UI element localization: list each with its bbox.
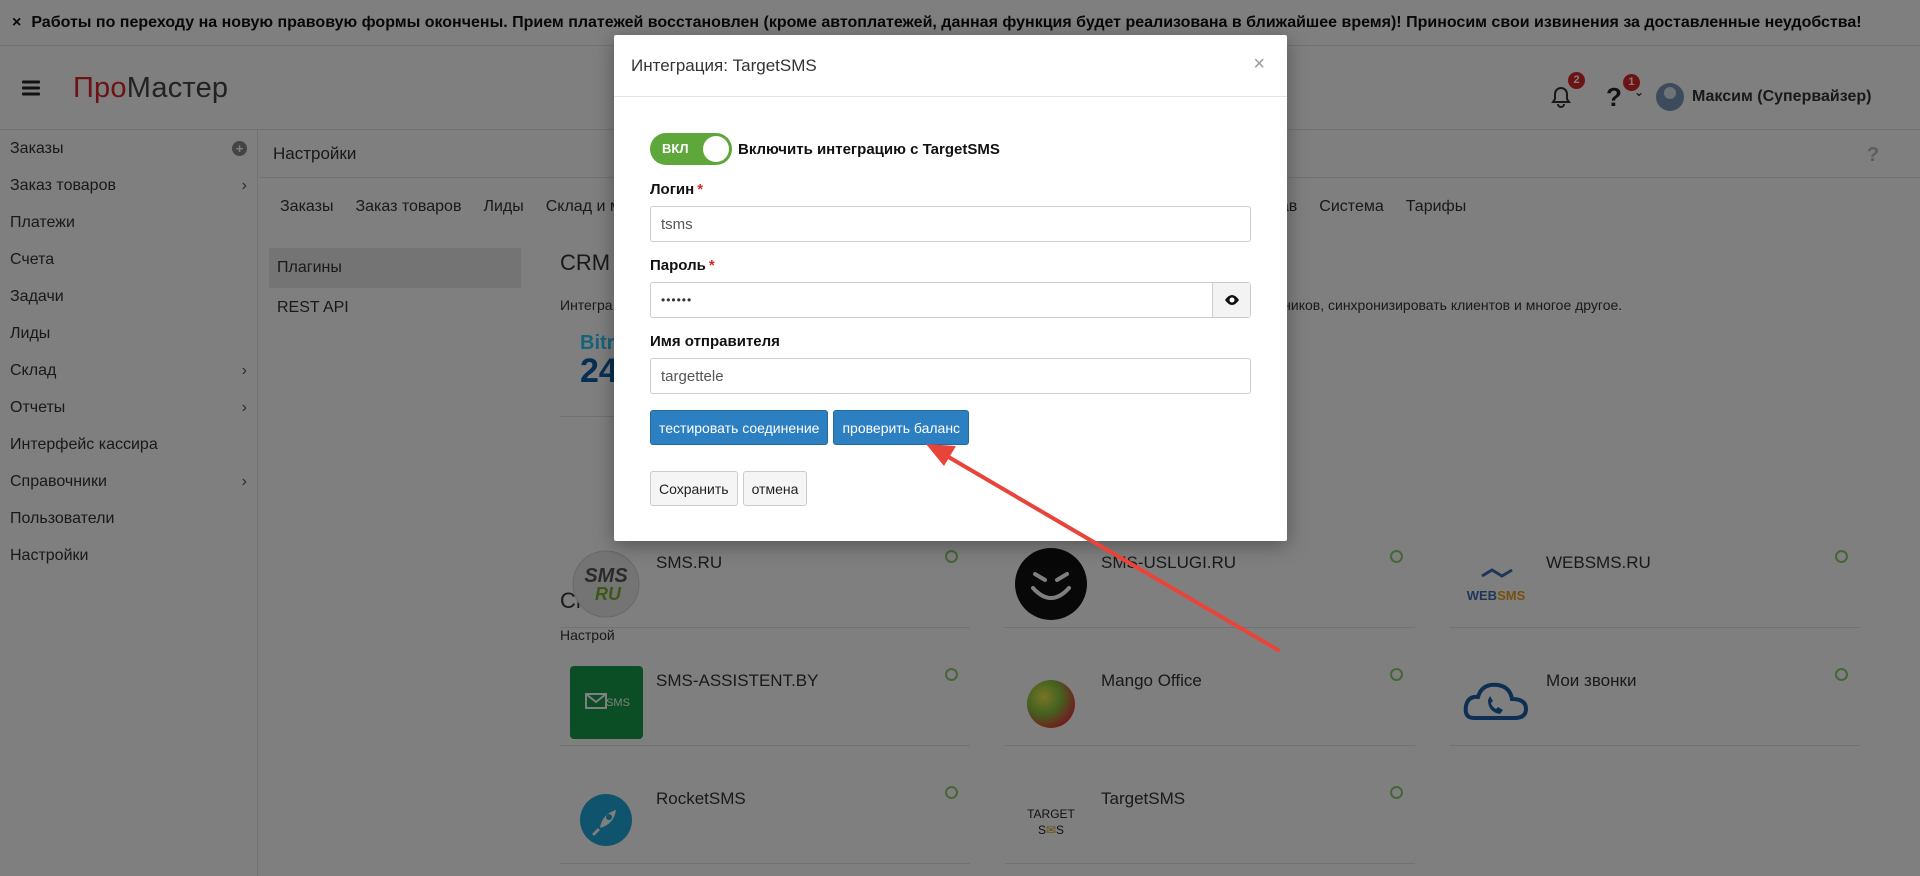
password-label: Пароль * bbox=[650, 257, 1251, 277]
save-button[interactable]: Сохранить bbox=[650, 471, 738, 506]
modal-title: Интеграция: TargetSMS bbox=[631, 55, 817, 75]
required-mark: * bbox=[697, 181, 704, 198]
check-balance-button[interactable]: проверить баланс bbox=[833, 410, 970, 445]
modal-body: ВКЛ Включить интеграцию с TargetSMS Логи… bbox=[650, 132, 1251, 506]
action-buttons: тестировать соединение проверить баланс bbox=[650, 410, 1251, 445]
integration-modal: Интеграция: TargetSMS × ВКЛ Включить инт… bbox=[614, 35, 1287, 541]
eye-icon[interactable] bbox=[1212, 283, 1250, 317]
enable-toggle-row: ВКЛ Включить интеграцию с TargetSMS bbox=[650, 132, 1251, 166]
login-label: Логин * bbox=[650, 181, 1251, 201]
login-label-text: Логин bbox=[650, 181, 695, 198]
sender-value: targettele bbox=[661, 367, 724, 385]
cancel-button[interactable]: отмена bbox=[742, 471, 808, 506]
login-field[interactable]: tsms bbox=[650, 206, 1251, 242]
enable-integration-toggle[interactable]: ВКЛ bbox=[650, 133, 732, 165]
toggle-description: Включить интеграцию с TargetSMS bbox=[738, 140, 1000, 158]
form-buttons: Сохранить отмена bbox=[650, 471, 1251, 506]
required-mark: * bbox=[708, 257, 715, 274]
sender-label: Имя отправителя bbox=[650, 333, 780, 350]
password-field[interactable]: •••••• bbox=[650, 282, 1251, 318]
sender-name-field[interactable]: targettele bbox=[650, 358, 1251, 394]
modal-header: Интеграция: TargetSMS × bbox=[614, 35, 1287, 97]
toggle-knob bbox=[703, 136, 729, 162]
test-connection-button[interactable]: тестировать соединение bbox=[650, 410, 829, 445]
password-value: •••••• bbox=[661, 293, 693, 307]
toggle-state-label: ВКЛ bbox=[662, 141, 689, 156]
password-label-text: Пароль bbox=[650, 257, 706, 274]
login-value: tsms bbox=[661, 215, 693, 233]
close-icon[interactable]: × bbox=[1253, 53, 1265, 76]
